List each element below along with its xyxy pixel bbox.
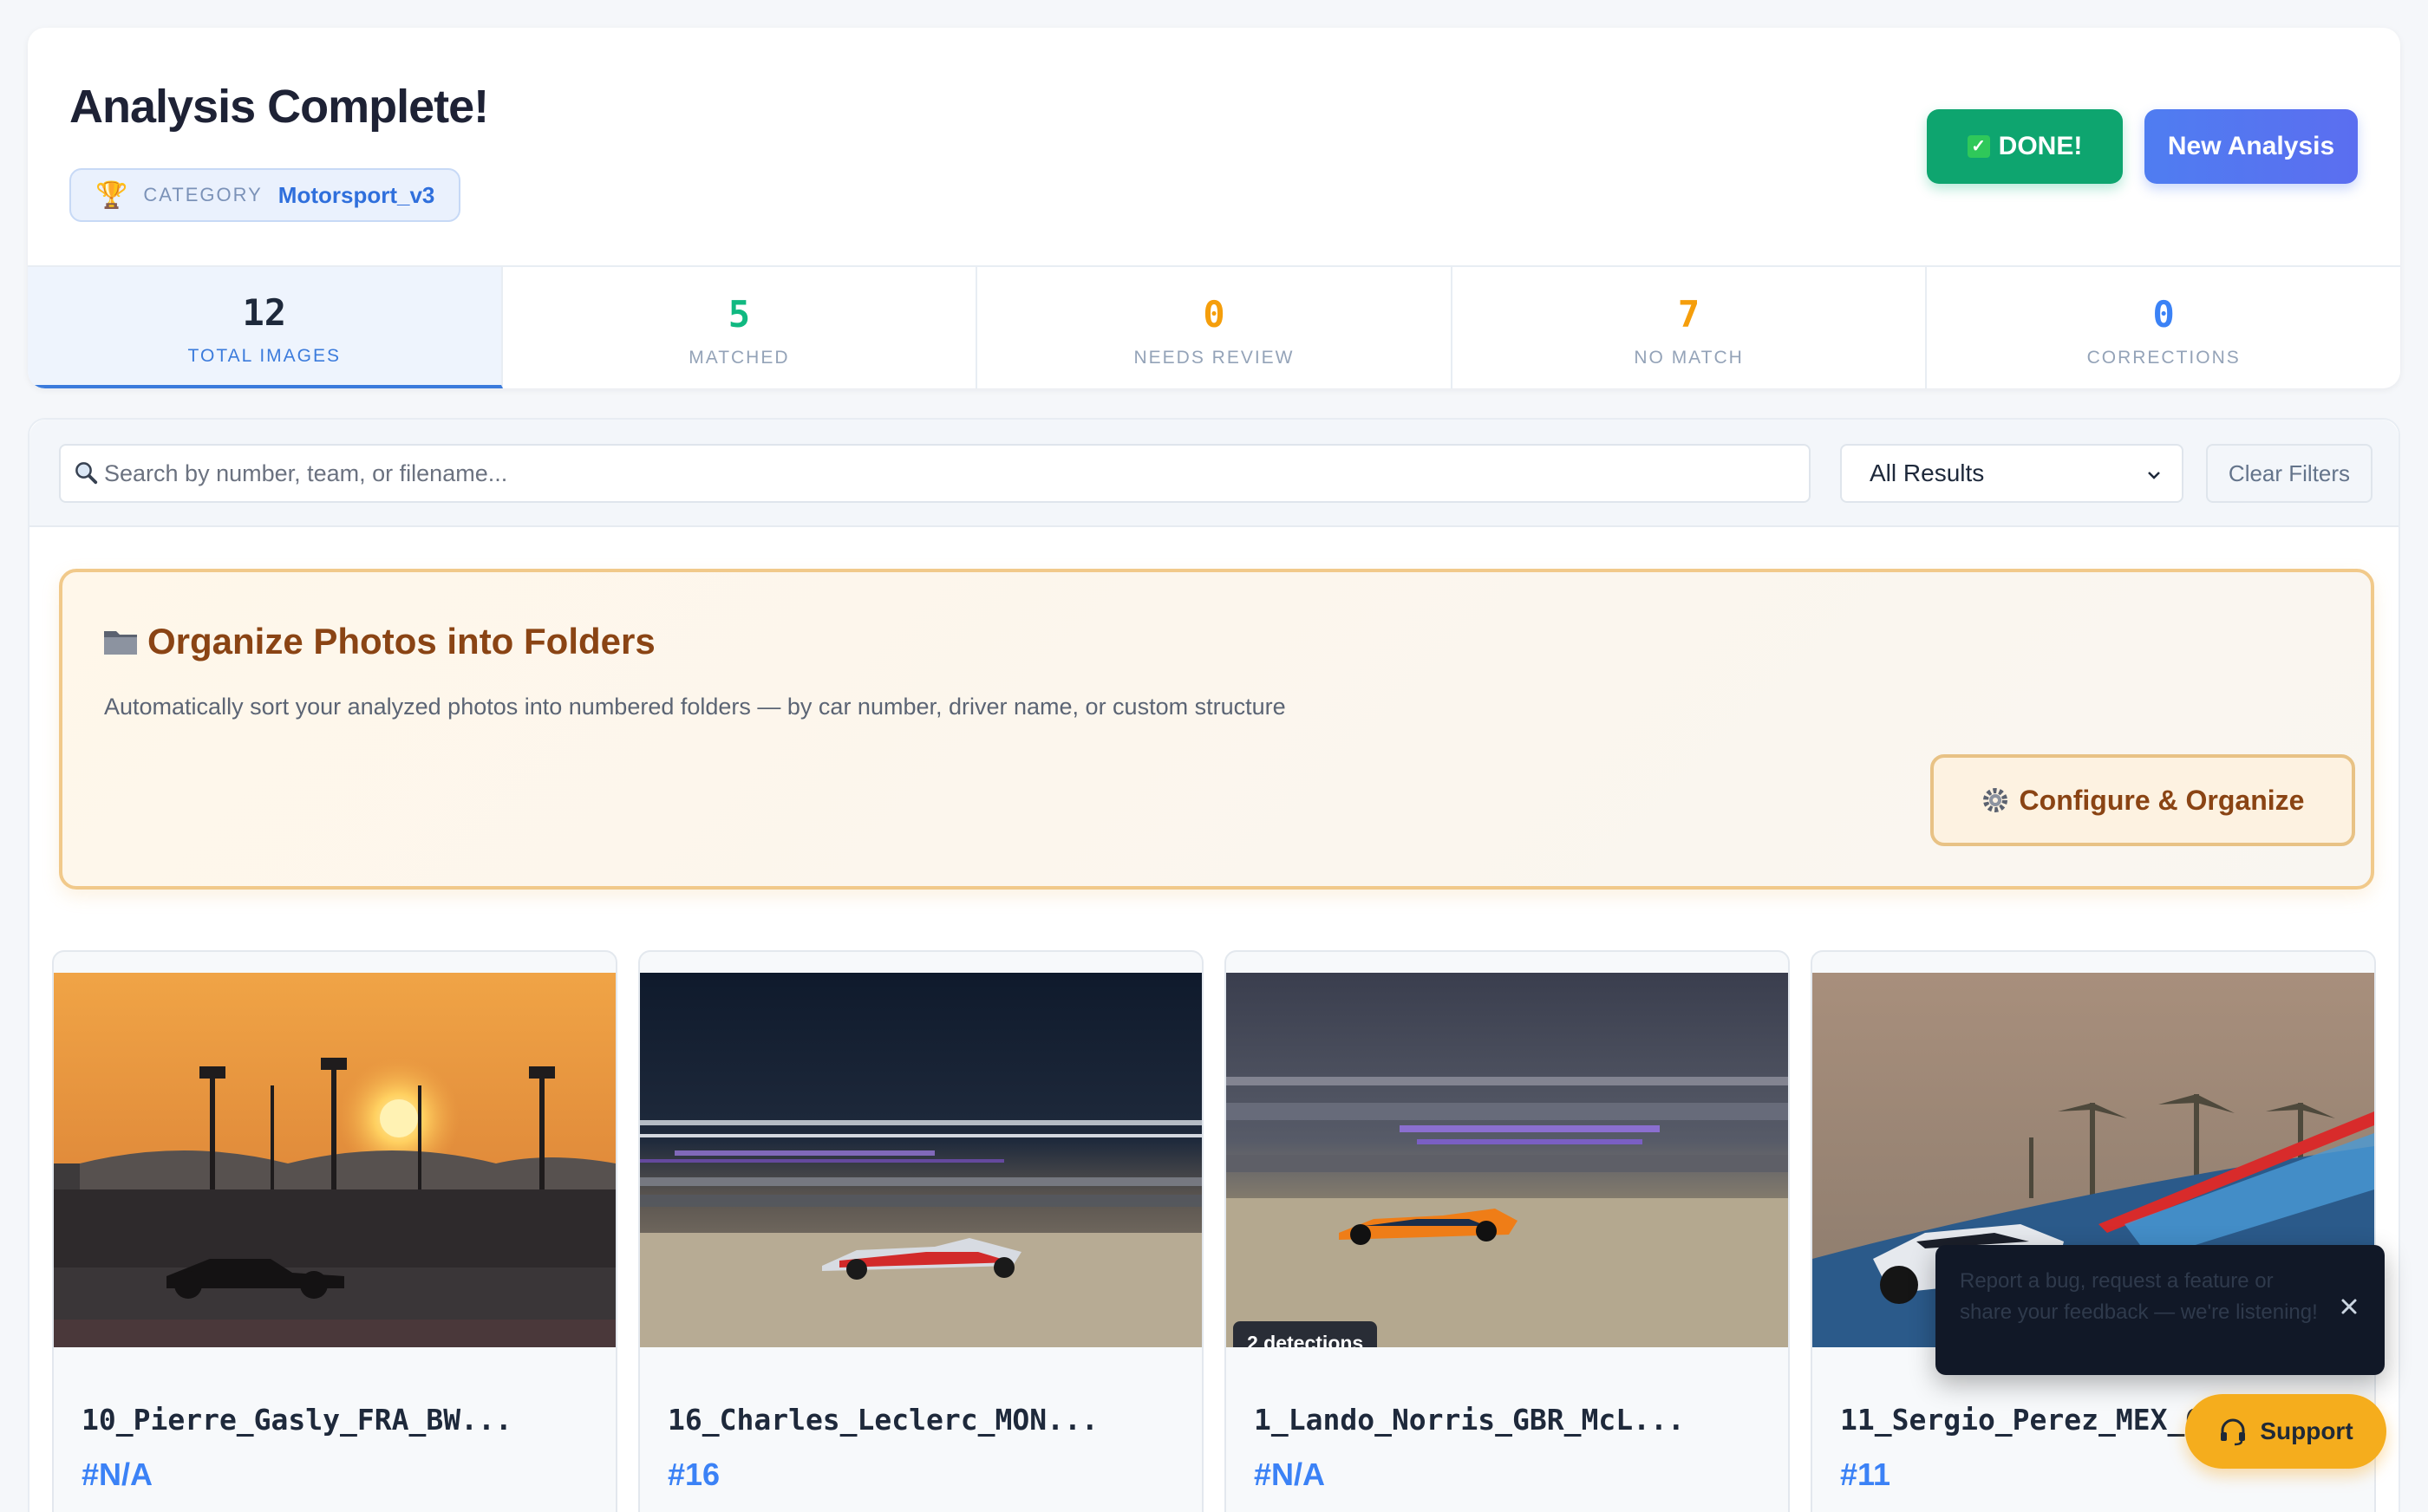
- clear-filters-button[interactable]: Clear Filters: [2206, 444, 2373, 503]
- result-card[interactable]: 10_Pierre_Gasly_FRA_BW... #N/A: [52, 950, 617, 1512]
- result-thumbnail[interactable]: 2 detections: [1226, 973, 1788, 1347]
- stat-total-images[interactable]: 12 TOTAL IMAGES: [28, 267, 503, 388]
- stat-value: 0: [2152, 292, 2175, 336]
- stat-value: 12: [242, 290, 287, 334]
- support-label: Support: [2260, 1418, 2353, 1444]
- result-caption: 10_Pierre_Gasly_FRA_BW... #N/A: [54, 1347, 616, 1512]
- result-filename: 16_Charles_Leclerc_MON...: [668, 1403, 1099, 1437]
- stat-corrections[interactable]: 0 CORRECTIONS: [1927, 267, 2400, 388]
- close-icon[interactable]: [2340, 1297, 2359, 1316]
- stat-label: MATCHED: [689, 347, 790, 368]
- stat-value: 5: [728, 292, 751, 336]
- configure-organize-label: Configure & Organize: [2019, 784, 2305, 816]
- result-number: #11: [1840, 1457, 1891, 1492]
- new-analysis-button[interactable]: New Analysis: [2144, 109, 2358, 184]
- stat-label: CORRECTIONS: [2086, 347, 2241, 368]
- done-button-label: DONE!: [1998, 132, 2083, 160]
- result-number: #N/A: [82, 1457, 153, 1492]
- stat-needs-review[interactable]: 0 NEEDS REVIEW: [977, 267, 1452, 388]
- result-caption: 16_Charles_Leclerc_MON... #16: [640, 1347, 1202, 1512]
- stat-label: TOTAL IMAGES: [187, 345, 342, 366]
- result-thumbnail[interactable]: [54, 973, 616, 1347]
- search-icon: [75, 462, 98, 485]
- result-card[interactable]: 2 detections 1_Lando_Norris_GBR_McL... #…: [1224, 950, 1790, 1512]
- result-number: #16: [668, 1457, 721, 1492]
- category-label: CATEGORY: [143, 184, 263, 205]
- detections-badge: 2 detections: [1233, 1321, 1378, 1347]
- stat-value: 7: [1677, 292, 1700, 336]
- result-number: #N/A: [1254, 1457, 1326, 1492]
- result-filename: 10_Pierre_Gasly_FRA_BW...: [82, 1403, 512, 1437]
- page-title: Analysis Complete!: [69, 81, 489, 133]
- organize-title-text: Organize Photos into Folders: [147, 621, 656, 662]
- result-filename: 1_Lando_Norris_GBR_McL...: [1254, 1403, 1685, 1437]
- filters-bar: All Results Clear Filters: [29, 420, 2399, 527]
- result-thumbnail[interactable]: [640, 973, 1202, 1347]
- search-input[interactable]: [59, 444, 1811, 503]
- organize-panel: Organize Photos into Folders Automatical…: [59, 569, 2374, 890]
- result-filter-select[interactable]: All Results: [1840, 444, 2183, 503]
- category-badge: 🏆 CATEGORY Motorsport_v3: [69, 168, 461, 222]
- checkmark-icon: ✓: [1967, 135, 1990, 158]
- feedback-tooltip: Report a bug, request a feature or share…: [1935, 1245, 2385, 1375]
- trophy-icon: 🏆: [95, 180, 128, 210]
- organize-title: Organize Photos into Folders: [102, 621, 656, 662]
- folder-icon: [104, 631, 137, 655]
- category-value: Motorsport_v3: [277, 181, 435, 208]
- result-filter-value: All Results: [1870, 459, 1985, 486]
- stat-value: 0: [1203, 292, 1225, 336]
- support-button[interactable]: Support: [2185, 1394, 2386, 1469]
- result-card[interactable]: 16_Charles_Leclerc_MON... #16: [638, 950, 1204, 1512]
- result-filename: 11_Sergio_Perez_MEX_C: [1840, 1403, 2203, 1437]
- feedback-tooltip-text: Report a bug, request a feature or share…: [1960, 1269, 2318, 1324]
- stat-label: NO MATCH: [1634, 347, 1744, 368]
- stats-row: 12 TOTAL IMAGES 5 MATCHED 0 NEEDS REVIEW…: [28, 265, 2400, 388]
- stat-matched[interactable]: 5 MATCHED: [503, 267, 978, 388]
- configure-organize-button[interactable]: Configure & Organize: [1930, 754, 2355, 846]
- header-card: Analysis Complete! 🏆 CATEGORY Motorsport…: [28, 28, 2400, 388]
- gear-icon: [1982, 788, 2007, 812]
- stat-label: NEEDS REVIEW: [1133, 347, 1295, 368]
- chevron-down-icon: [2148, 472, 2160, 479]
- done-button[interactable]: ✓ DONE!: [1927, 109, 2123, 184]
- organize-description: Automatically sort your analyzed photos …: [104, 694, 1286, 720]
- headset-icon: [2221, 1418, 2246, 1446]
- result-caption: 1_Lando_Norris_GBR_McL... #N/A: [1226, 1347, 1788, 1512]
- stat-no-match[interactable]: 7 NO MATCH: [1452, 267, 1928, 388]
